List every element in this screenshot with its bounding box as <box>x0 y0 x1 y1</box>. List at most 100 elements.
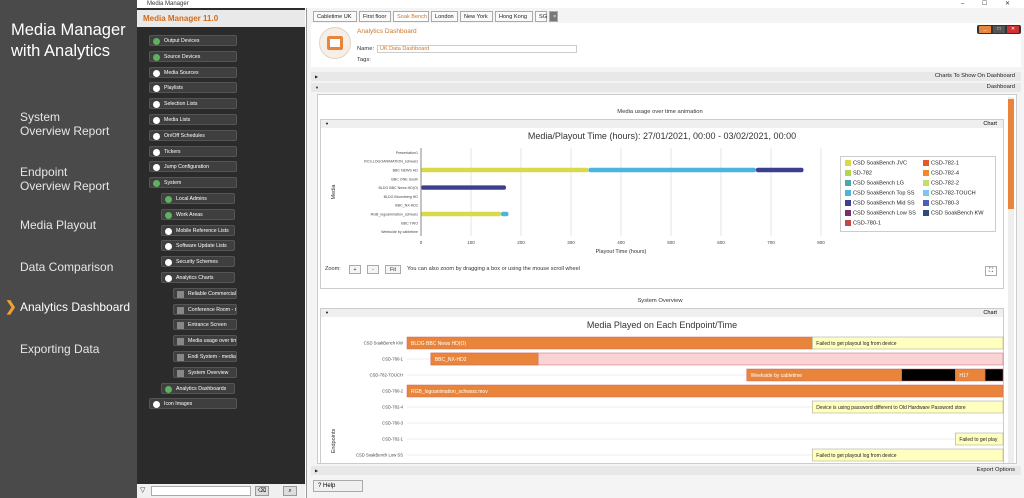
tree-item[interactable]: •Output Devices <box>149 35 237 46</box>
minimize-button[interactable]: _ <box>979 26 991 33</box>
help-button[interactable]: ? Help <box>313 480 363 492</box>
nav-item-0[interactable]: System Overview Report <box>20 110 109 138</box>
legend-item[interactable]: CSD-780-1 <box>845 220 881 227</box>
timeline-segment[interactable] <box>984 368 1004 382</box>
bar[interactable] <box>588 167 757 173</box>
nav-item-2[interactable]: Media Playout <box>20 218 96 232</box>
restore-button[interactable]: □ <box>993 26 1005 33</box>
legend-item[interactable]: CSD-782-2 <box>923 180 959 187</box>
close-tab-icon[interactable]: × <box>549 11 558 22</box>
tab-1[interactable]: First floor <box>359 11 391 22</box>
tab-2[interactable]: Soak Bench <box>393 11 429 22</box>
dashboard-scrollbar[interactable] <box>1008 97 1014 463</box>
charts-to-show-section[interactable]: ▶ Charts To Show On Dashboard <box>311 72 1021 81</box>
search-button[interactable]: ⌕ <box>283 486 297 496</box>
clear-filter-button[interactable]: ⌫ <box>255 486 269 496</box>
legend-item[interactable]: CSD SoakBench Low SS <box>845 210 916 217</box>
node-icon <box>165 211 172 219</box>
legend-item[interactable]: CSD SoakBench LG <box>845 180 904 187</box>
tree-item[interactable]: Endi System - media ... <box>173 351 237 362</box>
tree-item[interactable]: •Tickers <box>149 145 237 157</box>
legend-item[interactable]: CSD-780-3 <box>923 200 959 207</box>
bar[interactable] <box>421 211 501 217</box>
tree-item-label: Entrance Screen <box>188 322 227 329</box>
fullscreen-icon[interactable]: ⛶ <box>985 266 997 276</box>
tree-item[interactable]: Conference Room - m... <box>173 303 237 315</box>
tree-item-label: Media Lists <box>164 117 191 123</box>
legend-item[interactable]: CSD SoakBench KW <box>923 210 984 217</box>
zoom-out-button[interactable]: - <box>367 265 379 274</box>
dashboard-section[interactable]: ▼ Dashboard <box>311 83 1021 92</box>
legend-item[interactable]: CSD SoakBench Mid SS <box>845 200 915 207</box>
tree-item[interactable]: •Source Devices <box>149 50 237 62</box>
tree-item[interactable]: Entrance Screen <box>173 319 237 331</box>
tree-item[interactable]: •System <box>149 177 237 189</box>
legend-item[interactable]: SD-782 <box>845 170 872 177</box>
zoom-in-button[interactable]: + <box>349 265 361 274</box>
tree-item[interactable]: •Security Schemes <box>161 256 235 268</box>
nav-item-3[interactable]: Data Comparison <box>20 260 113 274</box>
timeline-segment[interactable] <box>406 336 813 350</box>
tree-filter: ▽ ⌫ ⌕ <box>137 484 305 498</box>
tree-item[interactable]: •Analytics Charts <box>161 272 235 283</box>
bar[interactable] <box>421 167 589 173</box>
panel1-title: Media usage over time animation <box>617 109 703 115</box>
chart-panel-bar[interactable]: ▼ Chart <box>321 309 1003 317</box>
tree-item[interactable]: •Media Lists <box>149 114 237 125</box>
timeline-segment[interactable] <box>406 384 1004 398</box>
tree-item[interactable]: •Media Sources <box>149 66 237 78</box>
bar[interactable] <box>421 185 506 190</box>
nav-item-5[interactable]: Exporting Data <box>20 342 99 356</box>
tree-item[interactable]: •Playlists <box>149 82 237 94</box>
bar[interactable] <box>756 167 804 173</box>
tree-item[interactable]: •Software Update Lists <box>161 240 235 252</box>
endpoint-label: CSD SoakBench KW <box>364 341 403 346</box>
chart-icon <box>177 322 184 330</box>
nav-item-1[interactable]: Endpoint Overview Report <box>20 165 109 193</box>
filter-input[interactable] <box>151 486 251 496</box>
tab-6[interactable]: SG <box>535 11 547 22</box>
y-tick-label: Weekside by cabletime <box>381 230 418 234</box>
navigation-tree: Media Manager 11.0 •Output Devices •Sourc… <box>137 8 305 498</box>
tree-item[interactable]: System Overview <box>173 366 237 378</box>
export-options-section[interactable]: ▶ Export Options <box>311 466 1021 475</box>
name-field[interactable]: UK Data Dashboard <box>377 45 577 53</box>
tree-item[interactable]: Work Areas <box>161 208 235 220</box>
tree-item-label: Mobile Reference Lists <box>176 227 229 234</box>
tree-item[interactable]: •Analytics Dashboards <box>161 382 235 394</box>
window-controls[interactable]: ‒ ☐ ✕ <box>961 0 1018 8</box>
chart2-svg[interactable]: CSD SoakBench KW BLDG BBC News HD(O) Faile… <box>321 331 1005 464</box>
tree-item[interactable]: Local Admins <box>161 193 235 204</box>
timeline-segment[interactable] <box>901 368 956 382</box>
tab-3[interactable]: London <box>431 11 458 22</box>
bar[interactable] <box>501 211 509 217</box>
tree-item-label: Software Update Lists <box>176 243 227 250</box>
node-icon <box>153 117 160 124</box>
legend-item[interactable]: CSD SoakBench JVC <box>845 160 907 167</box>
close-button[interactable]: ✕ <box>1007 26 1019 33</box>
tab-5[interactable]: Hong Kong <box>495 11 533 22</box>
tree-item[interactable]: •Jump Configuration <box>149 161 237 173</box>
tree-item[interactable]: •Mobile Reference Lists <box>161 224 235 236</box>
legend-item[interactable]: CSD-782-1 <box>923 160 959 167</box>
tree-item-label: Source Devices <box>164 53 201 60</box>
tab-4[interactable]: New York <box>460 11 493 22</box>
tab-0[interactable]: Cabletime UK <box>313 11 357 22</box>
tree-item[interactable]: •Icon Images <box>149 398 237 410</box>
y-tick-label: BLDG BBC News HD(O) <box>378 186 418 190</box>
segment-label: Failed to get playout log from device <box>816 453 897 459</box>
chart-panel-bar[interactable]: ▼ Chart <box>321 120 1003 128</box>
x-tick-label: 100 <box>467 240 475 245</box>
y-tick-label: RCS,LOGOANIMATION_schwarz <box>364 160 418 164</box>
tree-item[interactable]: Reliable Commercials f... <box>173 287 237 299</box>
window-title: Media Manager <box>147 1 189 7</box>
funnel-icon[interactable]: ▽ <box>140 486 145 494</box>
tree-item[interactable]: Media usage over time... <box>173 335 237 347</box>
tree-item[interactable]: •On/Off Schedules <box>149 129 237 141</box>
legend-item[interactable]: CSD-782-TOUCH <box>923 190 976 197</box>
legend-item[interactable]: CSD SoakBench Top SS <box>845 190 914 197</box>
nav-item-4[interactable]: Analytics Dashboard <box>20 300 130 314</box>
tree-item[interactable]: •Selection Lists <box>149 98 237 110</box>
fit-button[interactable]: Fit <box>385 265 401 274</box>
legend-item[interactable]: CSD-782-4 <box>923 170 959 177</box>
